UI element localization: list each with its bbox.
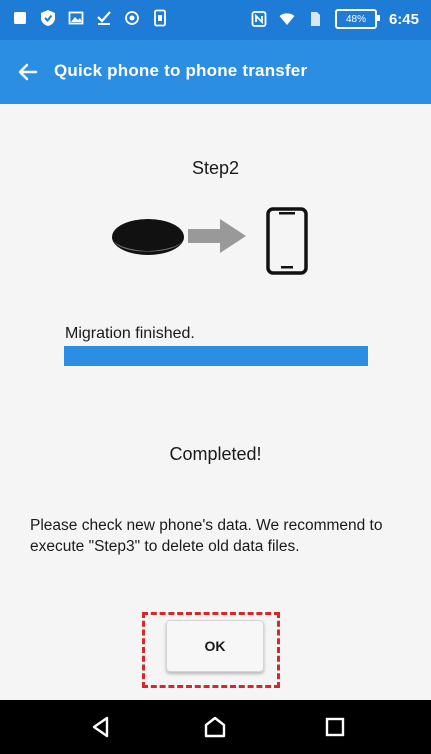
record-icon (124, 9, 140, 27)
step-title: Step2 (191, 158, 240, 178)
phone-icon (152, 9, 168, 27)
instruction-message: Please check new phone's data. We recomm… (30, 517, 383, 555)
ok-button[interactable]: OK (166, 620, 264, 672)
transfer-illustration (112, 207, 308, 275)
sim-icon (307, 10, 323, 28)
recents-icon[interactable] (322, 714, 348, 740)
home-icon[interactable] (202, 714, 228, 740)
status-bar: 48% 6:45 (0, 0, 431, 40)
status-bar-left (12, 9, 168, 27)
speaker-device-icon (112, 219, 184, 255)
shield-icon (40, 9, 56, 27)
back-arrow-icon[interactable] (16, 60, 40, 84)
status-time: 6:45 (388, 10, 419, 28)
progress-fill (64, 346, 368, 366)
back-triangle-icon[interactable] (88, 714, 114, 740)
migration-status-label: Migration finished. (65, 325, 195, 342)
status-bar-right: 48% 6:45 (251, 9, 419, 29)
wifi-icon (279, 10, 295, 28)
arrow-right-icon (188, 219, 246, 253)
download-done-icon (96, 9, 112, 27)
nfc-icon (251, 10, 267, 28)
app-bar: Quick phone to phone transfer (0, 40, 431, 104)
battery-icon: 48% (334, 9, 380, 29)
migration-progress-bar (64, 346, 368, 366)
square-notification-icon (12, 9, 28, 27)
page-title: Quick phone to phone transfer (54, 61, 308, 80)
completed-text: Completed! (169, 444, 262, 464)
smartphone-icon (266, 207, 308, 275)
navigation-bar (0, 700, 431, 754)
image-icon (68, 9, 84, 27)
